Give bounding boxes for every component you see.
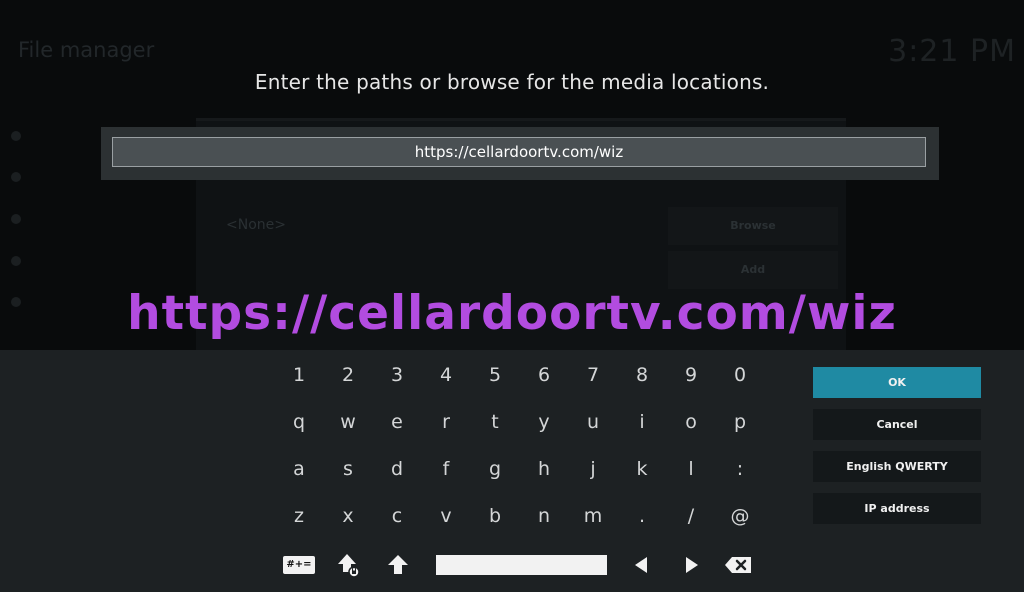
keyboard-key[interactable]: @ <box>716 496 764 536</box>
keyboard-key[interactable]: e <box>373 402 421 442</box>
keyboard-key[interactable]: y <box>520 402 568 442</box>
keyboard-key[interactable]: n <box>520 496 568 536</box>
on-screen-keyboard: 1 2 3 4 5 6 7 8 9 0 q w e r t y u i o p a s d f g h j k l: z x c v b n m. / @… <box>0 350 1024 592</box>
keyboard-key[interactable]: f <box>422 449 470 489</box>
keyboard-key[interactable]: d <box>373 449 421 489</box>
keyboard-key[interactable]: 9 <box>667 355 715 395</box>
keyboard-key[interactable]: 7 <box>569 355 617 395</box>
keyboard-key[interactable]: w <box>324 402 372 442</box>
keyboard-key[interactable]: 2 <box>324 355 372 395</box>
background-source-value: <None> <box>226 217 286 233</box>
keyboard-key[interactable]: m <box>569 496 617 536</box>
keyboard-layout-button[interactable]: English QWERTY <box>813 451 981 482</box>
ip-address-button[interactable]: IP address <box>813 493 981 524</box>
keyboard-key[interactable]: p <box>716 402 764 442</box>
keyboard-key[interactable]: : <box>716 449 764 489</box>
cancel-button[interactable]: Cancel <box>813 409 981 440</box>
space-bar[interactable] <box>436 555 607 575</box>
keyboard-key[interactable]: u <box>569 402 617 442</box>
keyboard-key[interactable]: 3 <box>373 355 421 395</box>
overlay-url-caption: https://cellardoortv.com/wiz <box>127 286 897 341</box>
background-window-title: File manager <box>18 38 155 62</box>
keyboard-key[interactable]: q <box>275 402 323 442</box>
keyboard-key[interactable]: 4 <box>422 355 470 395</box>
background-list-bullet <box>11 131 21 141</box>
backspace-icon[interactable] <box>722 550 754 580</box>
keyboard-key[interactable]: . <box>618 496 666 536</box>
keyboard-key[interactable]: 0 <box>716 355 764 395</box>
keyboard-key[interactable]: 8 <box>618 355 666 395</box>
background-list-bullet <box>11 256 21 266</box>
keyboard-key[interactable]: c <box>373 496 421 536</box>
keyboard-key[interactable]: x <box>324 496 372 536</box>
symbols-key-label: #+= <box>283 556 315 574</box>
arrow-left-icon[interactable] <box>628 550 654 580</box>
keyboard-key[interactable]: r <box>422 402 470 442</box>
keyboard-key[interactable]: a <box>275 449 323 489</box>
keyboard-key[interactable]: i <box>618 402 666 442</box>
keyboard-key[interactable]: o <box>667 402 715 442</box>
keyboard-key[interactable]: h <box>520 449 568 489</box>
background-list-bullet <box>11 214 21 224</box>
keyboard-key[interactable]: j <box>569 449 617 489</box>
shift-icon[interactable] <box>384 550 412 580</box>
keyboard-key[interactable]: / <box>667 496 715 536</box>
symbols-key[interactable]: #+= <box>283 550 315 580</box>
keyboard-key[interactable]: g <box>471 449 519 489</box>
keyboard-key[interactable]: 1 <box>275 355 323 395</box>
keyboard-key[interactable]: k <box>618 449 666 489</box>
dialog-heading: Enter the paths or browse for the media … <box>254 70 770 94</box>
path-input-container: https://cellardoortv.com/wiz <box>101 127 939 180</box>
keyboard-key[interactable]: 5 <box>471 355 519 395</box>
keyboard-key[interactable]: l <box>667 449 715 489</box>
keyboard-key[interactable]: s <box>324 449 372 489</box>
caps-lock-icon[interactable] <box>335 550 363 580</box>
keyboard-key[interactable]: z <box>275 496 323 536</box>
background-list-bullet <box>11 172 21 182</box>
keyboard-key[interactable]: v <box>422 496 470 536</box>
arrow-right-icon[interactable] <box>679 550 705 580</box>
background-clock: 3:21 PM <box>888 34 1016 69</box>
keyboard-key[interactable]: t <box>471 402 519 442</box>
background-browse-button: Browse <box>668 207 838 245</box>
keyboard-key[interactable]: b <box>471 496 519 536</box>
ok-button[interactable]: OK <box>813 367 981 398</box>
keyboard-key[interactable]: 6 <box>520 355 568 395</box>
path-input[interactable]: https://cellardoortv.com/wiz <box>112 137 926 167</box>
